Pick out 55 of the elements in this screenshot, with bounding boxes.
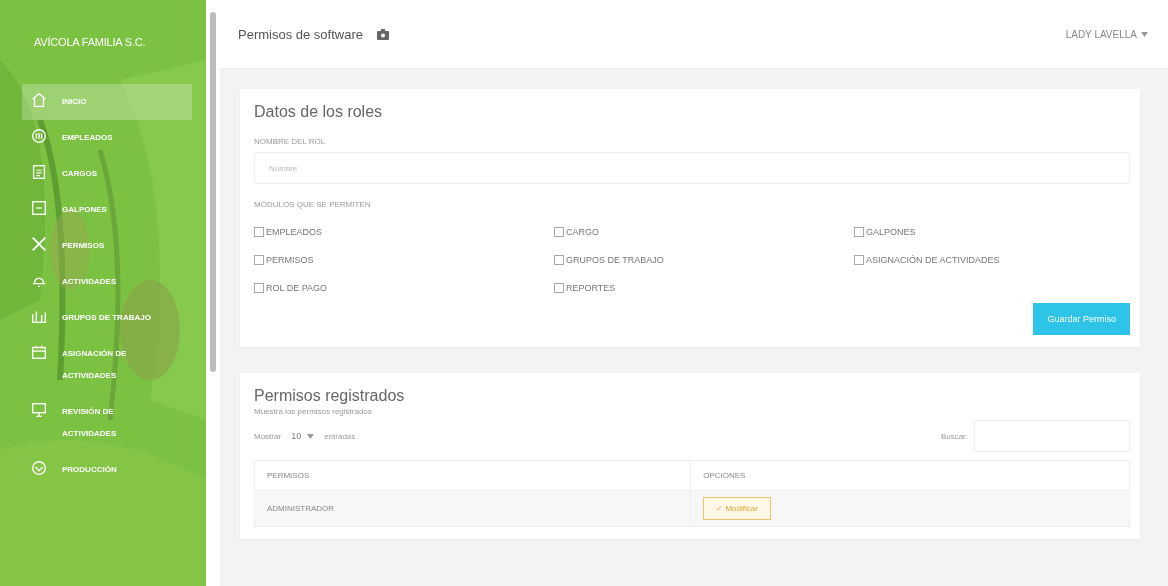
table-cell: ADMINISTRADOR — [254, 490, 691, 527]
sidebar-item[interactable]: INICIO — [22, 84, 192, 120]
show-label: Mostrar — [254, 431, 282, 441]
edit-button[interactable]: ✓ Modificar — [703, 497, 771, 520]
scrollbar[interactable] — [210, 12, 216, 372]
caret-icon — [307, 433, 315, 439]
column-header[interactable]: OPCIONES — [690, 460, 1130, 491]
square-icon — [30, 199, 48, 217]
section-label: MÓDULOS QUE SE PERMITEN — [254, 200, 372, 209]
brand-title: AVÍCOLA FAMILIA S.C. — [33, 35, 147, 50]
save-button[interactable]: Guardar Permiso — [1033, 303, 1130, 335]
card-title: Datos de los roles — [254, 103, 384, 121]
checkbox[interactable] — [554, 255, 564, 265]
monitor-icon — [30, 401, 48, 419]
checkbox-label: ASIGNACIÓN DE ACTIVIDADES — [866, 255, 1000, 265]
user-menu[interactable]: LADY LAVELLA — [1065, 28, 1148, 40]
name-field[interactable]: Nombre — [254, 152, 1130, 184]
checkbox[interactable] — [254, 283, 264, 293]
entries-label: entradas — [324, 431, 356, 441]
column-header[interactable]: PERMISOS — [254, 460, 691, 491]
card-subtitle: Muestra los permisos registrados — [254, 407, 373, 416]
checkbox-label: PERMISOS — [266, 255, 314, 265]
card-title: Permisos registrados — [254, 387, 406, 405]
caret-icon — [1141, 31, 1148, 37]
checkbox-label: GALPONES — [866, 227, 916, 237]
field-label: NOMBRE DEL ROL — [254, 137, 327, 146]
checkbox[interactable] — [554, 227, 564, 237]
checkbox[interactable] — [554, 283, 564, 293]
sidebar-item[interactable]: PERMISOS — [22, 228, 192, 264]
sidebar-item[interactable]: GALPONES — [22, 192, 192, 228]
sidebar-item[interactable]: REVISIÓN DE ACTIVIDADES — [22, 394, 192, 452]
page-size-select[interactable]: 10 — [287, 429, 319, 443]
checkbox[interactable] — [854, 255, 864, 265]
circle-icon — [30, 127, 48, 145]
page-title: Permisos de software — [238, 26, 363, 42]
checkbox-label: REPORTES — [566, 283, 616, 293]
cross-icon — [30, 235, 48, 253]
sidebar-item[interactable]: CARGOS — [22, 156, 192, 192]
sidebar-item[interactable]: EMPLEADOS — [22, 120, 192, 156]
checkbox-label: GRUPOS DE TRABAJO — [566, 255, 664, 265]
checkbox[interactable] — [854, 227, 864, 237]
document-icon — [30, 163, 48, 181]
checkbox[interactable] — [254, 255, 264, 265]
sidebar-item[interactable]: GRUPOS DE TRABAJO — [22, 300, 192, 336]
house-icon — [30, 91, 48, 109]
camera-icon[interactable] — [377, 28, 389, 40]
checkbox-label: ROL DE PAGO — [266, 283, 327, 293]
checkbox-label: EMPLEADOS — [266, 227, 323, 237]
search-label: Buscar: — [940, 431, 968, 441]
chevron-circle-icon — [30, 459, 48, 477]
calendar-icon — [30, 343, 48, 361]
sidebar-item[interactable]: ASIGNACIÓN DE ACTIVIDADES — [22, 336, 192, 394]
sidebar-item[interactable]: ACTIVIDADES — [22, 264, 192, 300]
checkbox[interactable] — [254, 227, 264, 237]
checkbox-label: CARGO — [566, 227, 599, 237]
